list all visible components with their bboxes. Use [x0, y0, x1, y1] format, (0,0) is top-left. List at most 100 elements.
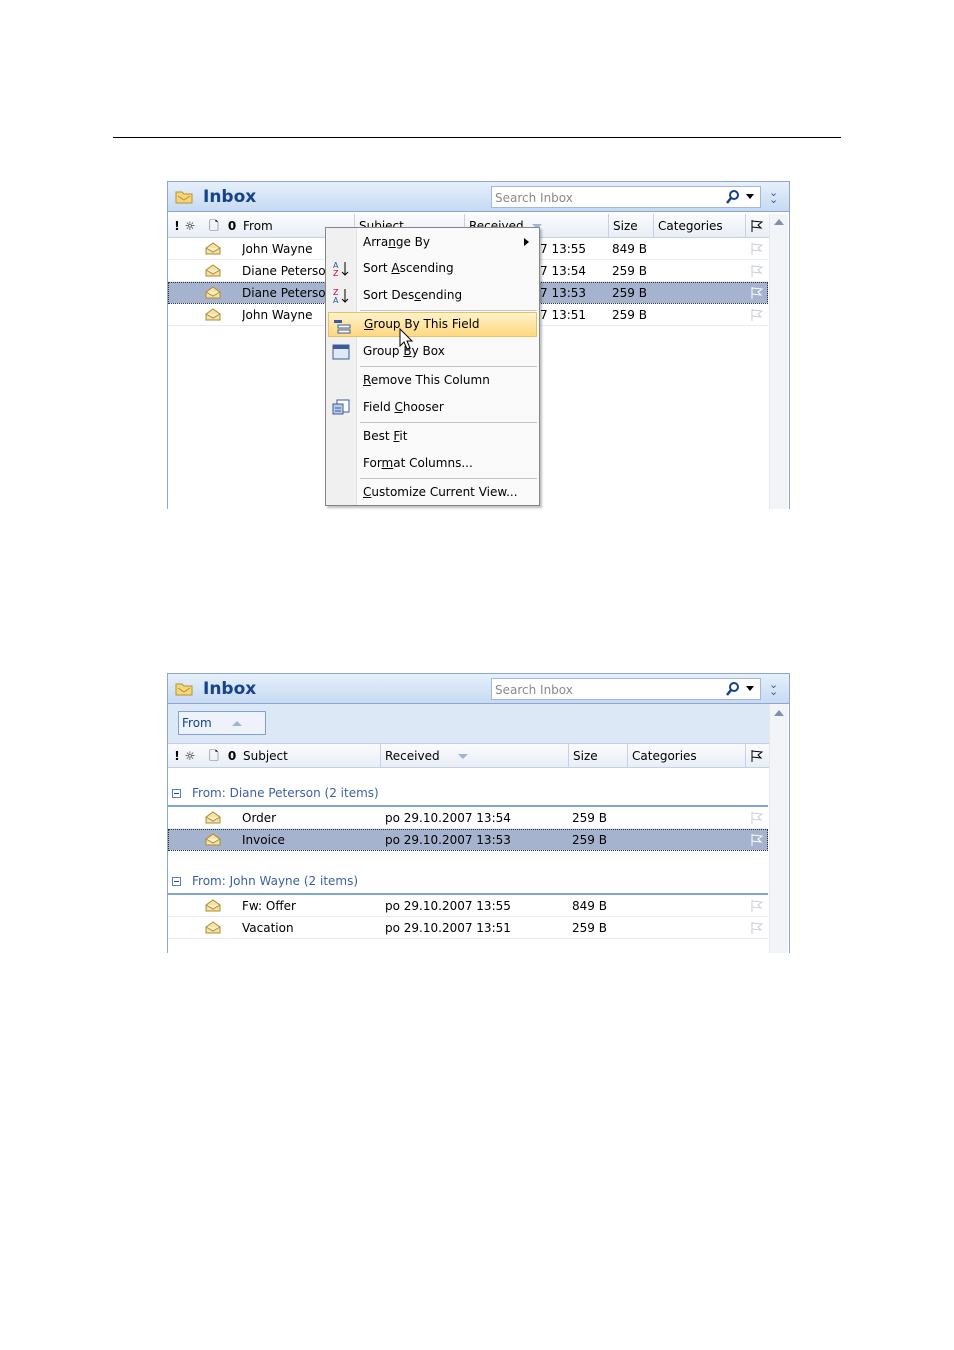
cell-size: 259 B	[612, 308, 647, 322]
reminder-column-icon[interactable]: ☼	[184, 219, 196, 233]
importance-column-icon[interactable]: !	[171, 219, 183, 233]
flag-status-icon[interactable]	[750, 242, 764, 256]
column-categories-label: Categories	[658, 219, 723, 233]
menu-item-best-fit[interactable]: Best Fit	[328, 424, 537, 449]
attachment-column-icon[interactable]: 0	[226, 219, 238, 233]
read-mail-envelope-icon	[205, 286, 221, 299]
flag-column-icon[interactable]	[750, 219, 764, 233]
flag-status-icon[interactable]	[750, 308, 764, 322]
search-options-dropdown-icon[interactable]	[746, 194, 754, 199]
menu-item-group-by-this-field[interactable]: Group By This Field	[328, 312, 537, 337]
inbox-title: Inbox	[203, 187, 257, 207]
cell-size: 259 B	[572, 833, 607, 847]
cell-received: po 29.10.2007 13:51	[385, 921, 511, 935]
search-placeholder: Search Inbox	[495, 191, 573, 205]
flag-column-icon[interactable]	[750, 749, 764, 763]
search-input[interactable]: Search Inbox	[491, 678, 761, 700]
table-row[interactable]: Vacation po 29.10.2007 13:51 259 B	[168, 917, 768, 939]
table-row[interactable]: Invoice po 29.10.2007 13:53 259 B	[168, 829, 768, 851]
menu-separator	[360, 366, 537, 367]
flag-status-icon[interactable]	[750, 811, 764, 825]
expand-chevron-icon[interactable]: ⌄ ⌄	[769, 187, 781, 205]
flag-status-icon[interactable]	[750, 286, 764, 300]
search-icon[interactable]	[725, 681, 741, 697]
sort-ascending-icon: AZ	[333, 261, 349, 277]
sort-ascending-icon	[231, 721, 242, 726]
cell-size: 849 B	[612, 242, 647, 256]
column-size[interactable]: Size	[609, 214, 654, 238]
cell-received: 7 13:55	[540, 242, 587, 256]
column-subject-label: Subject	[243, 749, 288, 763]
menu-item-sort-descending[interactable]: ZA Sort Descending	[328, 283, 537, 308]
column-received[interactable]: Received	[381, 744, 569, 768]
menu-item-label: Customize Current View...	[363, 485, 518, 499]
cell-size: 259 B	[572, 921, 607, 935]
cell-subject: Order	[242, 811, 277, 825]
read-mail-envelope-icon	[205, 833, 221, 846]
expand-chevron-icon[interactable]: ⌄ ⌄	[769, 679, 781, 697]
group-header[interactable]: From: John Wayne (2 items)	[168, 871, 768, 895]
flag-status-icon[interactable]	[750, 921, 764, 935]
column-categories-label: Categories	[632, 749, 697, 763]
vertical-scrollbar[interactable]	[769, 704, 788, 953]
column-header-row: ! ☼ 🗋 0 Subject Received Size Categories	[168, 744, 770, 768]
menu-item-label: Sort Ascending	[363, 261, 454, 275]
table-row[interactable]: Order po 29.10.2007 13:54 259 B	[168, 807, 768, 829]
vertical-scrollbar[interactable]	[769, 214, 788, 509]
cell-subject: Vacation	[242, 921, 294, 935]
inbox-folder-icon	[175, 683, 193, 696]
attachment-column-icon[interactable]: 0	[226, 749, 238, 763]
read-mail-envelope-icon	[205, 264, 221, 277]
column-size[interactable]: Size	[569, 744, 628, 768]
sort-descending-icon	[457, 754, 468, 759]
collapse-group-icon[interactable]	[172, 877, 181, 886]
svg-text:Z: Z	[333, 269, 339, 277]
menu-item-label: Sort Descending	[363, 288, 463, 302]
group-by-from-chip[interactable]: From	[178, 711, 266, 735]
column-categories[interactable]: Categories	[628, 744, 746, 768]
menu-item-format-columns[interactable]: Format Columns...	[328, 451, 537, 476]
scroll-up-arrow-icon[interactable]	[774, 710, 784, 716]
group-chip-label: From	[182, 716, 212, 730]
menu-item-remove-column[interactable]: Remove This Column	[328, 368, 537, 393]
menu-item-group-by-box[interactable]: Group By Box	[328, 339, 537, 364]
group-header[interactable]: From: Diane Peterson (2 items)	[168, 783, 768, 807]
menu-item-customize-view[interactable]: Customize Current View...	[328, 480, 537, 505]
menu-item-label: Field Chooser	[363, 400, 444, 414]
menu-item-arrange-by[interactable]: Arrange By	[328, 230, 537, 255]
menu-separator	[360, 310, 537, 311]
table-row[interactable]: Fw: Offer po 29.10.2007 13:55 849 B	[168, 895, 768, 917]
column-categories[interactable]: Categories	[654, 214, 746, 238]
menu-separator	[360, 478, 537, 479]
menu-item-field-chooser[interactable]: Field Chooser	[328, 395, 537, 420]
collapse-group-icon[interactable]	[172, 789, 181, 798]
importance-column-icon[interactable]: !	[171, 749, 183, 763]
cell-subject: Fw: Offer	[242, 899, 296, 913]
menu-item-sort-ascending[interactable]: AZ Sort Ascending	[328, 256, 537, 281]
read-mail-envelope-icon	[205, 899, 221, 912]
read-mail-envelope-icon	[205, 242, 221, 255]
cell-received: po 29.10.2007 13:54	[385, 811, 511, 825]
menu-item-label: Best Fit	[363, 429, 408, 443]
column-size-label: Size	[613, 219, 638, 233]
reminder-column-icon[interactable]: ☼	[184, 749, 196, 763]
search-icon[interactable]	[725, 189, 741, 205]
group-label: From: John Wayne (2 items)	[192, 874, 359, 888]
flag-status-icon[interactable]	[750, 264, 764, 278]
scroll-up-arrow-icon[interactable]	[774, 219, 784, 225]
svg-text:A: A	[333, 296, 339, 304]
cell-received: po 29.10.2007 13:53	[385, 833, 511, 847]
column-subject[interactable]: Subject	[239, 744, 381, 768]
flag-status-icon[interactable]	[750, 899, 764, 913]
search-options-dropdown-icon[interactable]	[746, 686, 754, 691]
menu-item-label: Format Columns...	[363, 456, 473, 470]
search-input[interactable]: Search Inbox	[491, 186, 761, 208]
cell-size: 849 B	[572, 899, 607, 913]
flag-status-icon[interactable]	[750, 833, 764, 847]
mouse-pointer-icon	[399, 328, 414, 350]
group-by-box: From	[168, 704, 770, 744]
group-by-field-icon	[334, 320, 351, 334]
item-type-column-icon[interactable]: 🗋	[208, 219, 220, 233]
group-by-box-icon	[332, 344, 350, 360]
item-type-column-icon[interactable]: 🗋	[208, 749, 220, 763]
